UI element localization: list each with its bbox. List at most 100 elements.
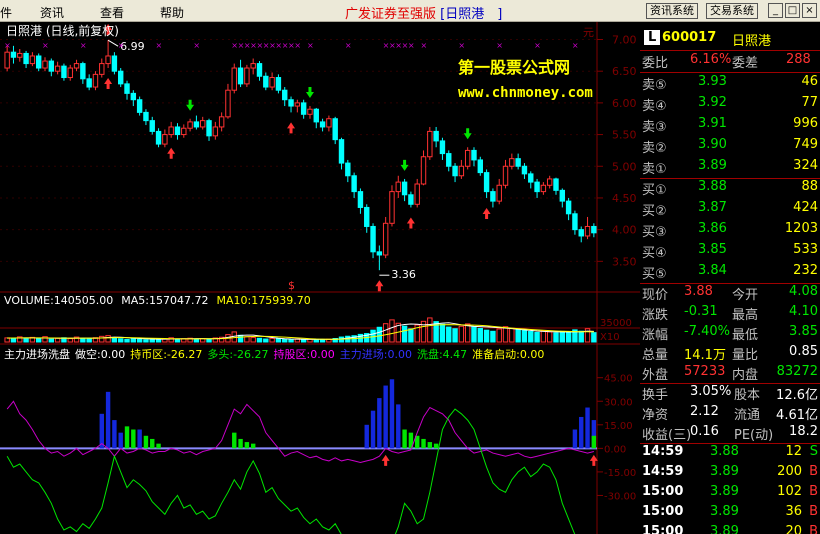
- stat-value: 0.85: [789, 344, 818, 359]
- candle-body: [143, 111, 149, 122]
- candle-body: [364, 206, 370, 227]
- volume-bar: [389, 319, 395, 343]
- stat-label: 量比: [732, 348, 759, 363]
- stat-value: 3.85: [789, 324, 818, 339]
- stat-label: 涨跌: [642, 308, 669, 323]
- signal-x-marker: ×: [421, 41, 428, 50]
- candle-body: [319, 121, 326, 128]
- candle-body: [35, 55, 42, 69]
- menu-news[interactable]: 资讯: [40, 4, 64, 21]
- candle-body: [395, 181, 401, 193]
- volume-bar: [193, 338, 200, 343]
- axis-unit-label: 元: [583, 26, 594, 39]
- menu-help[interactable]: 帮助: [160, 4, 184, 21]
- volume-bar: [256, 337, 263, 343]
- candle-body: [464, 149, 471, 167]
- buy-row: 买③ 3.86 1203: [640, 221, 820, 240]
- chart-area[interactable]: 7.006.506.005.505.004.504.003.50 6.993.3…: [0, 22, 640, 534]
- close-icon[interactable]: ×: [802, 3, 817, 18]
- volume-bar: [105, 335, 111, 343]
- buy-volume: 88: [801, 179, 818, 194]
- sell-row: 卖③ 3.91 996: [640, 116, 820, 135]
- tick-row: 15:00 3.89 102 B: [640, 484, 820, 503]
- volume-bar: [54, 337, 61, 343]
- ind-tick-label: 30.00: [604, 397, 633, 408]
- candle-body: [420, 156, 427, 185]
- buy-volume: 424: [793, 200, 818, 215]
- buy-row: 买⑤ 3.84 232: [640, 263, 820, 282]
- ind-entry-bar: [585, 407, 590, 449]
- candle-body: [376, 251, 383, 256]
- volume-bar: [559, 330, 566, 343]
- buy-price: 3.84: [698, 263, 727, 278]
- ind-entry-bar: [137, 429, 142, 449]
- candle-body: [578, 229, 584, 237]
- candle-body: [149, 120, 155, 132]
- volume-bar: [565, 331, 572, 343]
- ind-wash-bar: [427, 442, 433, 449]
- candle-body: [427, 130, 433, 158]
- app-title: 广发证券至强版 [日照港 ]: [345, 3, 502, 22]
- sell-volume: 46: [801, 74, 818, 89]
- candle-body: [130, 92, 137, 101]
- candle-body: [124, 83, 130, 94]
- weicha-value: 288: [786, 52, 811, 67]
- volume-bar: [408, 328, 414, 343]
- stock-name: 日照港: [732, 34, 772, 49]
- l-badge: L: [644, 30, 661, 45]
- signal-x-marker: ×: [193, 41, 200, 50]
- candle-body: [572, 213, 578, 231]
- volume-bar: [288, 339, 294, 343]
- news-system-button[interactable]: 资讯系统: [646, 3, 698, 19]
- volume-bar: [250, 337, 256, 343]
- ind-entry-bar: [579, 416, 584, 449]
- info-label: 收益(三): [642, 428, 692, 443]
- volume-bar: [67, 338, 73, 343]
- minimize-icon[interactable]: _: [768, 3, 783, 18]
- maximize-icon[interactable]: □: [785, 3, 800, 18]
- candle-body: [231, 67, 237, 91]
- ind-legend-hold-stock: 持股区:0.00: [274, 347, 335, 361]
- tick-volume: 200: [777, 464, 802, 479]
- sell-label: 卖①: [642, 162, 667, 177]
- volume-bar: [48, 338, 55, 343]
- candle-body: [382, 222, 389, 256]
- menu-file[interactable]: 件: [0, 4, 12, 21]
- buy-row: 买④ 3.85 533: [640, 242, 820, 261]
- legend-volume: VOLUME:140505.00: [4, 294, 113, 307]
- candle-body: [313, 108, 319, 123]
- info-label: 换手: [642, 388, 669, 403]
- buy-volume: 533: [793, 242, 818, 257]
- chart-title: 日照港 (日线,前复权): [6, 23, 119, 38]
- buy-label: 买③: [642, 225, 667, 240]
- candle-body: [225, 89, 231, 118]
- ind-legend-hold-cash: 持币区:-26.27: [130, 347, 202, 361]
- ind-wash-bar: [591, 435, 597, 449]
- stat-value: 83272: [776, 364, 818, 379]
- volume-tick-label: 35000: [600, 318, 632, 329]
- sell-volume: 324: [793, 158, 818, 173]
- signal-x-marker: ×: [534, 41, 541, 50]
- candle-body: [565, 200, 572, 215]
- sell-volume: 77: [801, 95, 818, 110]
- quote-header: L 600017 日照港: [640, 28, 820, 50]
- buy-volume: 1203: [784, 221, 818, 236]
- signal-x-marker: ×: [156, 41, 163, 50]
- candle-body: [168, 126, 174, 136]
- trade-system-button[interactable]: 交易系统: [706, 3, 758, 19]
- app-title-stock: [日照港 ]: [440, 7, 503, 22]
- candle-body: [212, 126, 219, 137]
- ind-wash-bar: [238, 438, 243, 449]
- volume-bar: [263, 338, 269, 343]
- menu-view[interactable]: 查看: [100, 4, 124, 21]
- price-tick-label: 3.50: [612, 255, 637, 268]
- legend-ma5: MA5:157047.72: [121, 294, 208, 307]
- ind-entry-bar: [396, 404, 401, 449]
- candle-body: [282, 89, 288, 101]
- volume-bar: [174, 339, 181, 343]
- stat-row: 现价 3.88 今开 4.08: [640, 284, 820, 303]
- signal-x-marker: ×: [496, 41, 503, 50]
- volume-bar: [117, 338, 124, 343]
- volume-bar: [427, 317, 433, 343]
- volume-bar: [591, 332, 597, 343]
